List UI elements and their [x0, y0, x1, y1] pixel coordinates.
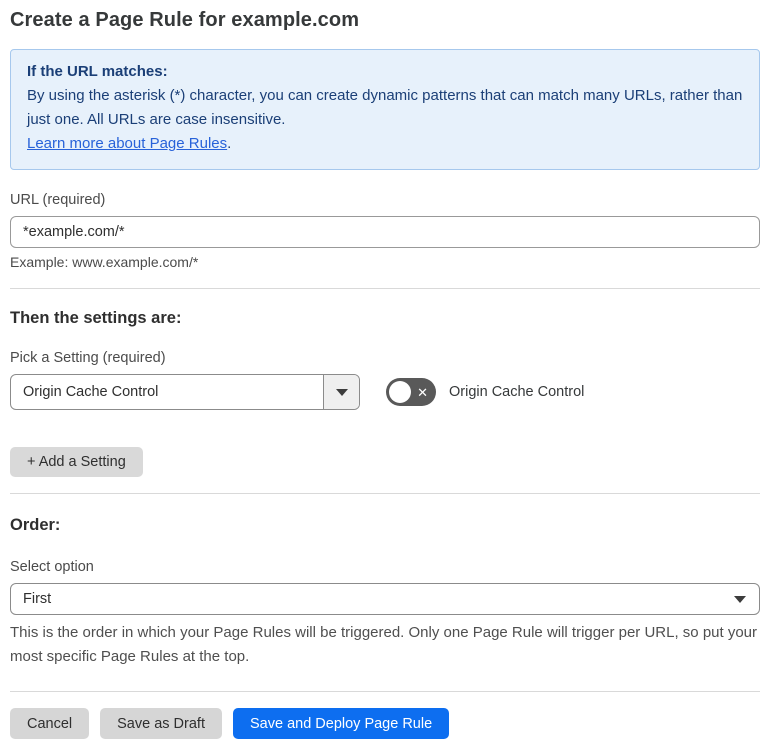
- url-field-label: URL (required): [10, 192, 106, 208]
- divider-after-settings: [10, 493, 760, 494]
- url-example-helper: Example: www.example.com/*: [10, 254, 199, 270]
- info-box-body-text: By using the asterisk (*) character, you…: [27, 87, 743, 128]
- order-section-heading: Order:: [10, 516, 61, 534]
- cancel-button[interactable]: Cancel: [10, 708, 90, 739]
- save-as-draft-button[interactable]: Save as Draft: [100, 708, 222, 739]
- toggle-knob: [389, 381, 411, 403]
- save-and-deploy-button[interactable]: Save and Deploy Page Rule: [232, 708, 450, 739]
- chevron-down-icon: [335, 388, 348, 396]
- footer-actions: Cancel Save as Draft Save and Deploy Pag…: [10, 708, 760, 739]
- learn-more-link[interactable]: Learn more about Page Rules: [27, 135, 227, 152]
- order-select-value: First: [23, 591, 52, 607]
- order-helper-text: This is the order in which your Page Rul…: [10, 624, 758, 665]
- url-match-info-box: If the URL matches: By using the asteris…: [10, 49, 760, 170]
- page-rule-form: Create a Page Rule for example.com If th…: [0, 0, 770, 739]
- url-input[interactable]: [10, 216, 760, 248]
- chevron-down-icon: [734, 595, 746, 603]
- origin-cache-control-toggle[interactable]: ✕: [386, 378, 436, 406]
- setting-select-arrow-box[interactable]: [323, 375, 359, 409]
- info-box-body: By using the asterisk (*) character, you…: [27, 84, 743, 132]
- info-box-heading: If the URL matches:: [27, 63, 168, 80]
- settings-section-heading: Then the settings are:: [10, 309, 182, 327]
- toggle-off-x-icon: ✕: [417, 384, 428, 400]
- order-select-label: Select option: [10, 559, 94, 575]
- setting-select[interactable]: Origin Cache Control: [10, 374, 360, 410]
- divider-after-url: [10, 288, 760, 289]
- pick-setting-label: Pick a Setting (required): [10, 350, 166, 366]
- toggle-label: Origin Cache Control: [449, 384, 585, 400]
- divider-before-footer: [10, 691, 760, 692]
- add-setting-button[interactable]: + Add a Setting: [10, 447, 143, 477]
- link-period: .: [227, 135, 232, 152]
- setting-row: Origin Cache Control ✕ Origin Cache Cont…: [10, 374, 760, 410]
- page-title: Create a Page Rule for example.com: [10, 9, 360, 31]
- setting-select-value: Origin Cache Control: [23, 384, 159, 400]
- order-select[interactable]: First: [10, 583, 760, 615]
- info-box-link-line: Learn more about Page Rules.: [27, 132, 743, 156]
